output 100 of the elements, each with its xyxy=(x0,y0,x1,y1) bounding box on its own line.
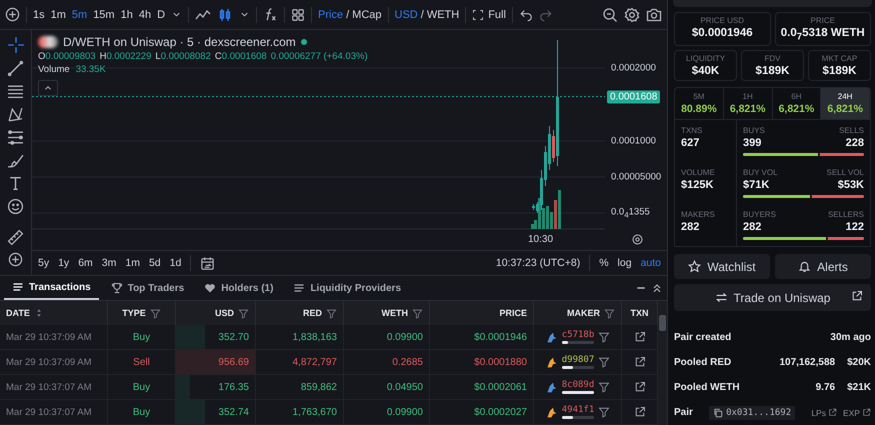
info-label: Pooled WETH xyxy=(674,382,740,393)
redo-icon[interactable] xyxy=(538,8,553,22)
interval-option[interactable]: 4h xyxy=(138,8,152,20)
interval-option[interactable]: 1m xyxy=(50,8,66,20)
smiley-icon[interactable] xyxy=(7,198,24,215)
filter-icon[interactable] xyxy=(150,308,161,318)
filter-icon[interactable] xyxy=(598,406,610,418)
fib-levels-icon[interactable] xyxy=(7,129,24,146)
target-icon[interactable] xyxy=(631,233,644,246)
text-tool-icon[interactable] xyxy=(7,175,24,192)
range-option[interactable]: 5d xyxy=(148,257,161,269)
scale-option[interactable]: auto xyxy=(640,257,661,269)
toggle-option[interactable]: MCap xyxy=(352,8,382,20)
zoom-in-icon[interactable] xyxy=(8,252,23,267)
horizontal-lines-icon[interactable] xyxy=(7,83,24,100)
maker-address[interactable]: c5718b xyxy=(562,330,594,340)
filter-icon[interactable] xyxy=(412,308,423,318)
trend-line-icon[interactable] xyxy=(7,60,24,77)
type-cell: Buy xyxy=(108,400,176,424)
trade-button[interactable]: Trade on Uniswap xyxy=(674,284,871,311)
copy-icon[interactable] xyxy=(713,408,724,418)
toggle-option[interactable]: USD xyxy=(394,8,418,20)
range-option[interactable]: 1y xyxy=(58,257,70,269)
toggle-option[interactable]: Price xyxy=(318,8,344,20)
interval-option[interactable]: 1s xyxy=(33,8,45,20)
range-option[interactable]: 1d xyxy=(170,257,182,269)
period-tab[interactable]: 5M 80.89% xyxy=(675,88,724,120)
metric-card: LIQUIDITY $40K xyxy=(674,50,737,82)
camera-icon[interactable] xyxy=(646,6,662,22)
crosshair-icon[interactable] xyxy=(6,36,24,54)
metric-card: FDV $189K xyxy=(741,50,804,82)
interval-option[interactable]: 5m xyxy=(72,8,88,20)
ruler-icon[interactable] xyxy=(7,229,24,246)
brush-icon[interactable] xyxy=(7,152,24,169)
address-chip[interactable]: 0x031...1692 xyxy=(709,406,796,420)
external-link-icon[interactable] xyxy=(862,408,871,417)
link[interactable]: EXP xyxy=(842,408,871,418)
usd-value: 956.69 xyxy=(218,356,249,368)
weth-cell: 0.09900 xyxy=(344,325,430,349)
filter-icon[interactable] xyxy=(326,308,337,318)
settings-icon[interactable] xyxy=(624,6,640,22)
maker-address[interactable]: d99807 xyxy=(562,355,594,365)
expand-up-icon[interactable] xyxy=(651,282,663,294)
scrollbar[interactable] xyxy=(658,301,667,425)
fullscreen-button[interactable]: Full xyxy=(488,8,506,20)
layout-icon[interactable] xyxy=(291,8,306,22)
price-axis-label: 0.00005000 xyxy=(611,172,662,182)
volume-label: Volume xyxy=(38,64,70,75)
external-link-icon[interactable] xyxy=(828,408,837,417)
maker-address[interactable]: 4941f1 xyxy=(562,405,594,415)
range-option[interactable]: 6m xyxy=(78,257,93,269)
external-link-icon[interactable] xyxy=(634,356,646,368)
filter-icon[interactable] xyxy=(598,381,610,393)
date-cell: Mar 29 10:37:09 AM xyxy=(0,350,108,374)
filter-icon[interactable] xyxy=(238,308,249,318)
filter-icon[interactable] xyxy=(598,356,610,368)
column-header[interactable]: USD xyxy=(176,301,256,325)
price-axis-label: 0.0$_{4}$1355 xyxy=(611,206,650,220)
column-header[interactable]: DATE xyxy=(0,301,108,325)
external-link-icon[interactable] xyxy=(634,331,646,343)
column-header[interactable]: MAKER xyxy=(534,301,622,325)
interval-option[interactable]: D xyxy=(157,8,166,20)
search-icon[interactable] xyxy=(602,6,618,22)
stat-label: MAKERS xyxy=(681,210,716,220)
column-header[interactable]: PRICE xyxy=(430,301,534,325)
usd-value: 352.70 xyxy=(218,332,249,342)
scale-option[interactable]: % xyxy=(599,257,609,269)
add-icon[interactable] xyxy=(5,7,20,22)
filter-icon[interactable] xyxy=(598,331,610,343)
undo-icon[interactable] xyxy=(518,8,533,22)
range-option[interactable]: 1m xyxy=(125,257,140,269)
external-link-icon[interactable] xyxy=(634,406,646,418)
scale-option[interactable]: log xyxy=(618,257,632,269)
calendar-icon[interactable] xyxy=(200,256,216,270)
column-header[interactable]: RED xyxy=(256,301,344,325)
price-cell: $0.0002061 xyxy=(430,375,534,399)
column-header[interactable]: TYPE xyxy=(108,301,176,325)
table-tab[interactable]: Holders (1) xyxy=(196,276,282,300)
interval-option[interactable]: 15m xyxy=(93,8,115,20)
filter-icon[interactable] xyxy=(604,308,615,318)
heart-icon xyxy=(204,282,216,294)
maker-avatar-icon xyxy=(544,406,558,418)
pattern-icon[interactable] xyxy=(7,106,24,123)
range-option[interactable]: 3m xyxy=(102,257,116,269)
stat-value: 627 xyxy=(681,137,700,150)
period-tab[interactable]: 1H 6,821% xyxy=(724,88,772,120)
toggle-option[interactable]: WETH xyxy=(426,8,460,20)
table-tab[interactable]: Top Traders xyxy=(102,276,192,300)
action-button[interactable]: Alerts xyxy=(775,254,871,280)
interval-option[interactable]: 1h xyxy=(120,8,133,20)
token-amount-cell: 4,872,797 xyxy=(256,350,344,374)
period-tab[interactable]: 24H 6,821% xyxy=(821,88,870,120)
maker-address[interactable]: 8c089d xyxy=(562,380,594,390)
column-header[interactable]: WETH xyxy=(344,301,430,325)
action-button[interactable]: Watchlist xyxy=(674,254,770,280)
fullscreen-icon[interactable] xyxy=(472,8,484,20)
range-option[interactable]: 5y xyxy=(38,257,50,269)
link[interactable]: LPs xyxy=(811,408,837,418)
table-tab[interactable]: Liquidity Providers xyxy=(285,276,410,300)
external-link-icon[interactable] xyxy=(634,381,646,393)
